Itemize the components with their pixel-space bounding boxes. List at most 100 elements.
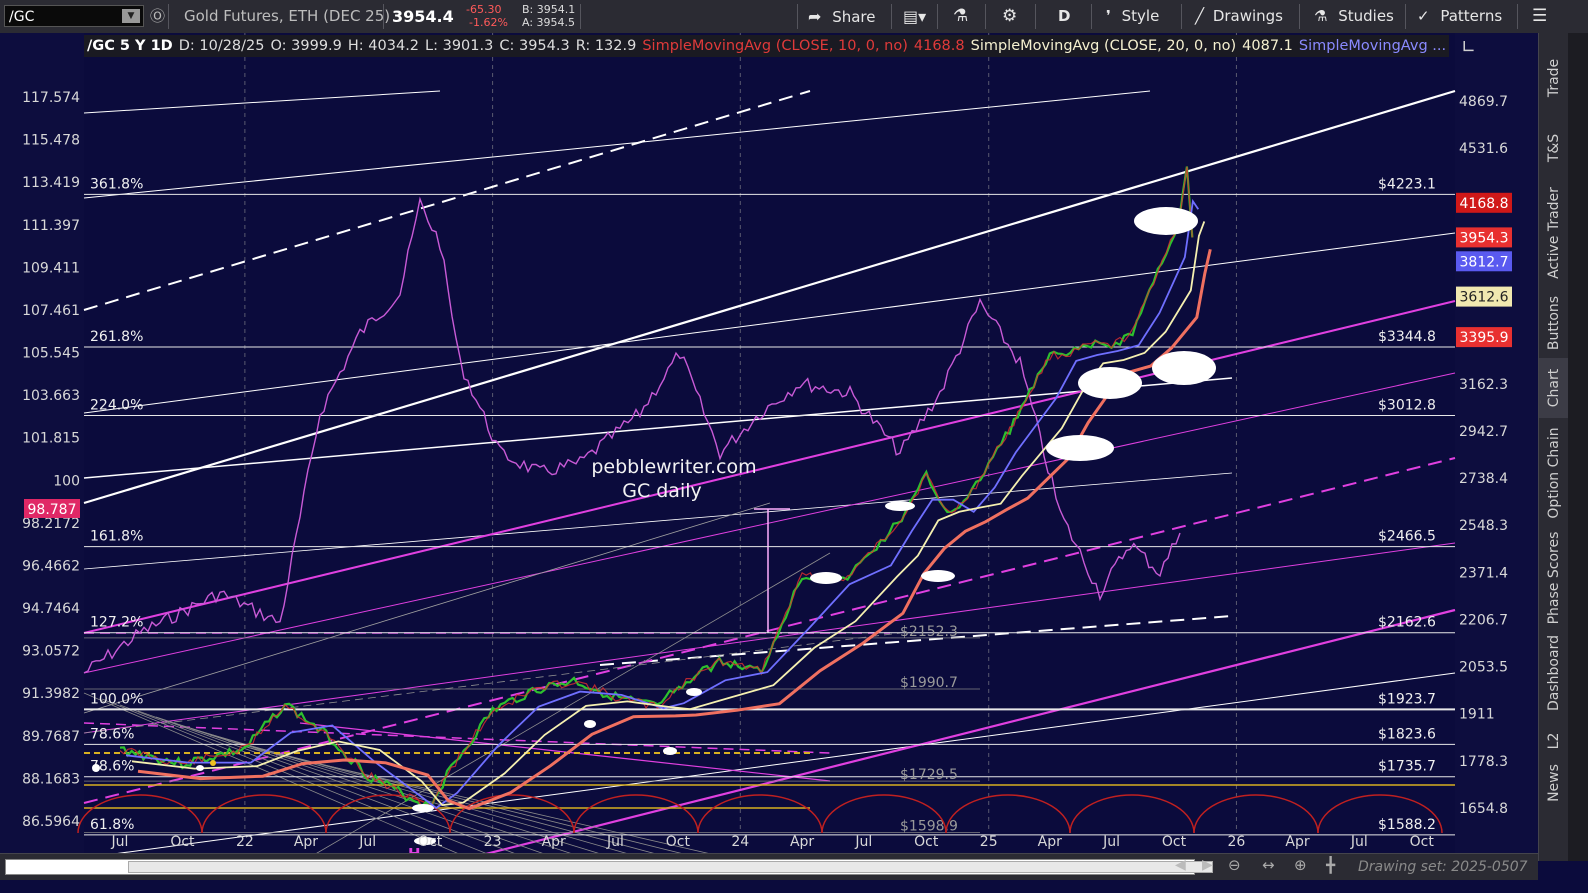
- legend-sma20[interactable]: SimpleMovingAvg (CLOSE, 20, 0, no): [967, 35, 1240, 57]
- left-tick-label: 93.0572: [22, 644, 80, 660]
- x-tick-label: Oct: [418, 834, 443, 850]
- highlight-ellipse: [1134, 207, 1198, 235]
- patterns-button[interactable]: ✓ Patterns: [1417, 0, 1502, 33]
- left-marker-label: 98.787: [28, 502, 77, 518]
- fib-price-label: $4223.1: [1378, 176, 1436, 192]
- watermark-line2: GC daily: [622, 480, 702, 502]
- faded-level-label: $1729.5: [900, 767, 958, 783]
- divider: [937, 4, 938, 29]
- symbol-dropdown-icon[interactable]: ▼: [122, 9, 140, 23]
- gear-icon[interactable]: ⚙: [1002, 0, 1017, 33]
- bottom-bar: ◀ ▶ ⊖ ↔ ⊕ ╋ Drawing set: 2025-0507: [0, 853, 1538, 880]
- side-tab-label: Trade: [1546, 58, 1562, 98]
- link-icon[interactable]: Ⓞ: [150, 0, 165, 33]
- x-tick-label: Jul: [358, 834, 376, 850]
- right-tick-label: 1911: [1459, 707, 1495, 723]
- right-tick-label: 2738.4: [1459, 471, 1508, 487]
- x-tick-label: Jul: [854, 834, 872, 850]
- fib-price-label: $3012.8: [1378, 398, 1436, 414]
- fib-price-label: $1588.2: [1378, 817, 1436, 833]
- highlight-ellipse: [1078, 367, 1142, 399]
- fib-pct-label: 78.6%: [90, 726, 134, 742]
- left-tick-label: 111.397: [22, 218, 80, 234]
- studies-button[interactable]: ⚗ Studies: [1314, 0, 1394, 33]
- divider: [1405, 4, 1406, 29]
- price-chart[interactable]: H 361.8%$4223.1261.8%$3344.8224.0%$3012.…: [0, 33, 1538, 853]
- x-tick-label: Jul: [1350, 834, 1368, 850]
- side-tab-chart[interactable]: Chart: [1539, 358, 1569, 418]
- fib-pct-label: 127.2%: [90, 615, 143, 631]
- menu-icon[interactable]: ☰: [1532, 0, 1547, 33]
- side-tab-active-trader[interactable]: Active Trader: [1539, 178, 1569, 288]
- divider: [985, 4, 986, 29]
- highlight-ellipse: [92, 764, 100, 772]
- last-price: 3954.4: [392, 7, 454, 26]
- zoom-out-icon[interactable]: ⊖: [1228, 856, 1241, 874]
- chart-layout-icon[interactable]: ▤▾: [903, 0, 926, 33]
- left-tick-label: 115.478: [22, 133, 80, 149]
- side-tab-label: News: [1546, 764, 1562, 802]
- side-scrollbar[interactable]: [1568, 33, 1588, 861]
- side-tab-news[interactable]: News: [1539, 763, 1569, 803]
- fib-price-label: $1923.7: [1378, 691, 1436, 707]
- instrument-name: Gold Futures, ETH (DEC 25): [184, 7, 391, 25]
- scroll-left-icon[interactable]: ◀: [1175, 857, 1186, 873]
- right-tick-label: 1778.3: [1459, 754, 1508, 770]
- highlight-ellipse: [1046, 435, 1114, 461]
- zoom-in-icon[interactable]: ⊕: [1294, 856, 1307, 874]
- legend-sma10-value: 4168.8: [910, 35, 968, 57]
- side-tab-trade[interactable]: Trade: [1539, 38, 1569, 118]
- side-tab-dashboard[interactable]: Dashboard: [1539, 628, 1569, 718]
- x-tick-label: Jul: [111, 834, 129, 850]
- fib-pct-label: 61.8%: [90, 817, 134, 833]
- share-button[interactable]: ➦ Share: [808, 0, 875, 33]
- fib-price-label: $2162.6: [1378, 615, 1436, 631]
- x-tick-label: Apr: [542, 834, 566, 850]
- crosshair-icon[interactable]: ╋: [1326, 856, 1335, 874]
- flask-studies-icon: ⚗: [1314, 7, 1328, 25]
- x-tick-label: Apr: [790, 834, 814, 850]
- side-tab-buttons[interactable]: Buttons: [1539, 288, 1569, 358]
- side-tab-label: T&S: [1546, 133, 1562, 163]
- highlight-ellipse: [584, 720, 596, 728]
- right-tick-label: 2206.7: [1459, 612, 1508, 628]
- fib-pct-label: 161.8%: [90, 529, 143, 545]
- side-tab-t-s[interactable]: T&S: [1539, 118, 1569, 178]
- patterns-icon: ✓: [1417, 7, 1430, 25]
- divider: [1517, 4, 1518, 29]
- studies-label: Studies: [1338, 7, 1394, 25]
- side-tab-l2[interactable]: L2: [1539, 718, 1569, 763]
- side-tab-option-chain[interactable]: Option Chain: [1539, 418, 1569, 528]
- pan-icon[interactable]: ↔: [1262, 856, 1275, 874]
- right-tick-label: 2053.5: [1459, 660, 1508, 676]
- highlight-ellipse: [810, 572, 842, 584]
- left-tick-label: 94.7464: [22, 601, 80, 617]
- legend-sma-more[interactable]: SimpleMovingAvg ...: [1295, 35, 1450, 57]
- right-tick-label: 2371.4: [1459, 565, 1508, 581]
- symbol-input[interactable]: /GC ▼: [4, 5, 144, 27]
- legend-symbol: /GC 5 Y 1D: [84, 35, 176, 57]
- right-tick-label: 1654.8: [1459, 801, 1508, 817]
- flask-icon[interactable]: ⚗: [953, 0, 968, 33]
- scroll-right-icon[interactable]: ▶: [1202, 857, 1213, 873]
- aggregation-button[interactable]: D: [1058, 0, 1070, 33]
- style-icon: ❜: [1106, 7, 1111, 25]
- legend-sma10[interactable]: SimpleMovingAvg (CLOSE, 10, 0, no): [639, 35, 911, 57]
- divider: [580, 4, 581, 29]
- drawings-button[interactable]: ╱ Drawings: [1195, 0, 1283, 33]
- time-scrollbar-thumb[interactable]: [128, 861, 1213, 873]
- side-tab-phase-scores[interactable]: Phase Scores: [1539, 528, 1569, 628]
- divider: [1181, 4, 1182, 29]
- drawing-set-label: Drawing set: 2025-0507: [1358, 859, 1528, 875]
- left-tick-label: 86.5964: [22, 814, 80, 830]
- draw-tool-icon[interactable]: ∟: [1461, 37, 1476, 58]
- highlight-ellipse: [412, 804, 434, 812]
- right-tick-label: 4869.7: [1459, 94, 1508, 110]
- style-button[interactable]: ❜ Style: [1106, 0, 1159, 33]
- left-tick-label: 91.3982: [22, 686, 80, 702]
- style-label: Style: [1121, 7, 1160, 25]
- left-tick-label: 105.545: [22, 346, 80, 362]
- legend-low: L: 3901.3: [422, 35, 497, 57]
- right-tick-label: 2942.7: [1459, 424, 1508, 440]
- side-panel: Trade T&S Active Trader Buttons Chart Option …: [1538, 33, 1569, 861]
